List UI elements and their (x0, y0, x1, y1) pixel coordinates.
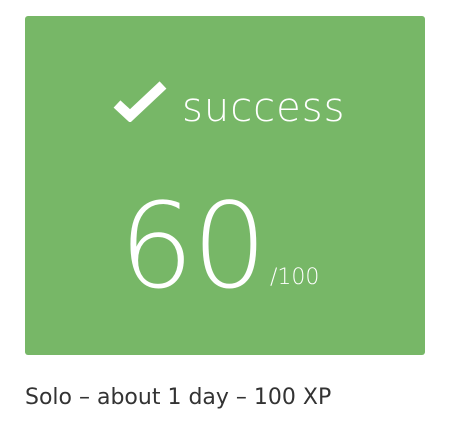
score-max: /100 (270, 265, 320, 290)
result-card: success 60 /100 (25, 16, 425, 355)
status-label: success (182, 85, 346, 131)
challenge-meta: Solo – about 1 day – 100 XP (25, 385, 332, 410)
score-value: 60 (119, 177, 267, 315)
status-row: success (25, 16, 425, 176)
check-icon (113, 81, 167, 122)
